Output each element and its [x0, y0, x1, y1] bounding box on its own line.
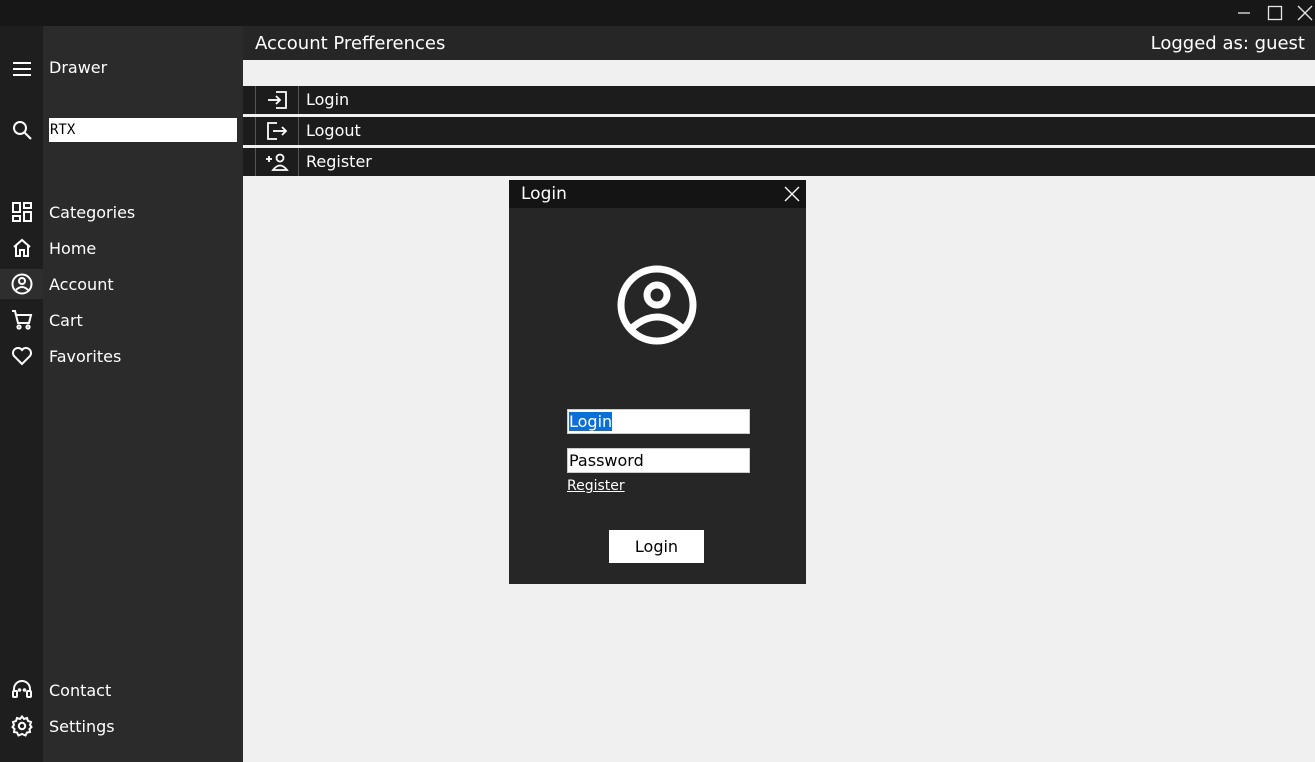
password-field[interactable]: Password	[567, 448, 750, 473]
account-circle-icon[interactable]	[0, 269, 43, 299]
search-input[interactable]	[49, 118, 237, 142]
login-button[interactable]: Login	[609, 530, 704, 563]
menu-item-register[interactable]: Register	[243, 148, 1315, 176]
heart-icon[interactable]	[0, 341, 43, 371]
password-field-value: Password	[569, 451, 644, 470]
gear-icon[interactable]	[0, 711, 43, 741]
user-status: Logged as: guest	[1150, 33, 1305, 54]
cart-icon[interactable]	[0, 305, 43, 335]
maximize-icon[interactable]	[1260, 0, 1290, 26]
sidebar-item-settings[interactable]: Settings	[49, 717, 115, 736]
sidebar-item-cart[interactable]: Cart	[49, 311, 83, 330]
headset-icon[interactable]	[0, 675, 43, 705]
title-bar	[0, 0, 1315, 26]
dialog-title: Login	[521, 184, 567, 204]
login-icon	[255, 86, 299, 114]
login-field-value: Login	[569, 412, 613, 431]
dialog-close-icon[interactable]	[782, 184, 802, 204]
sidebar-item-favorites[interactable]: Favorites	[49, 347, 121, 366]
dialog-title-bar: Login	[509, 180, 806, 208]
sidebar-item-contact[interactable]: Contact	[49, 681, 111, 700]
search-icon[interactable]	[0, 115, 43, 145]
minimize-icon[interactable]	[1229, 0, 1259, 26]
sidebar-item-categories[interactable]: Categories	[49, 203, 135, 222]
login-dialog: Login Login Password Register Login	[509, 180, 806, 584]
menu-item-label: Login	[306, 90, 350, 109]
menu-item-label: Register	[306, 152, 372, 171]
home-icon[interactable]	[0, 233, 43, 263]
page-header: Account Prefferences Logged as: guest	[243, 26, 1315, 60]
register-link[interactable]: Register	[567, 478, 625, 494]
add-person-icon	[255, 148, 299, 176]
user-avatar-icon	[617, 265, 697, 345]
menu-item-label: Logout	[306, 121, 361, 140]
menu-item-login[interactable]: Login	[243, 86, 1315, 114]
grid-icon[interactable]	[0, 197, 43, 227]
page-title: Account Prefferences	[255, 33, 446, 54]
menu-item-logout[interactable]: Logout	[243, 117, 1315, 145]
login-field[interactable]: Login	[567, 409, 750, 434]
sidebar-item-home[interactable]: Home	[49, 239, 96, 258]
close-icon[interactable]	[1290, 0, 1315, 26]
hamburger-menu-icon[interactable]	[0, 54, 43, 84]
logout-icon	[255, 117, 299, 145]
sidebar-item-account[interactable]: Account	[49, 275, 114, 294]
drawer-label[interactable]: Drawer	[49, 58, 107, 77]
